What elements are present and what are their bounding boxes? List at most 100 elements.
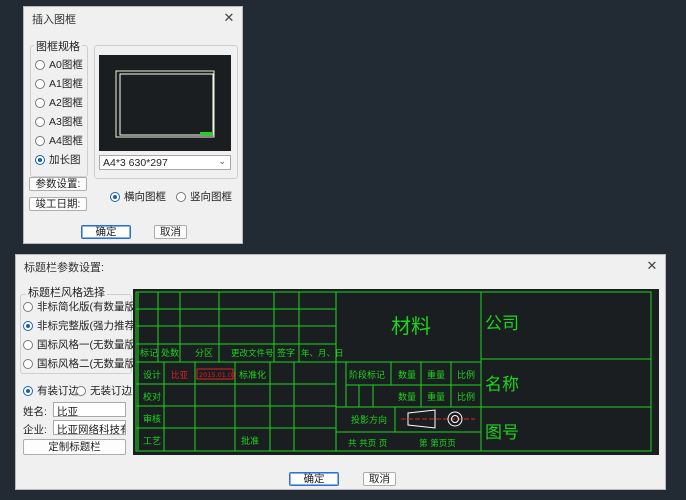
radio-vertical-frame[interactable]: 竖向图框 [176,189,232,204]
frame-size-select-value: A4*3 630*297 [103,157,168,169]
close-icon[interactable]: ✕ [643,257,661,275]
radio-without-binding[interactable]: 无装订边 [76,383,132,398]
title-block-preview: 标记 处数 分区 更改文件号 签字 年、月、日 设计 校对 审核 工艺 比亚 2… [133,289,659,455]
row-label-process: 工艺 [143,436,161,447]
radio-dot [23,301,33,312]
cancel-button[interactable]: 取消 [363,472,396,486]
quantity-label: 数量 [398,369,416,381]
chevron-down-icon: ⌄ [218,156,226,166]
radio-dot [35,154,45,165]
company-label: 企业: [23,424,47,436]
company-title: 公司 [485,314,519,334]
radio-with-binding[interactable]: 有装订边 [23,383,79,398]
scale-label-top: 比例 [457,369,475,381]
params-button[interactable]: 参数设置: [29,177,87,191]
radio-label: A0图框 [49,59,83,71]
customize-title-block-button[interactable]: 定制标题栏 [23,439,126,455]
radio-label: A4图框 [49,135,83,147]
radio-dot [23,385,33,396]
company-input[interactable]: 比亚网络科技有限 [53,420,126,435]
radio-size-long[interactable]: 加长图 [35,152,81,167]
radio-size-a4[interactable]: A4图框 [35,133,83,148]
title-block-titlebar: 标题栏参数设置: ✕ [16,255,665,277]
radio-dot [35,78,45,89]
title-block-title: 标题栏参数设置: [24,262,105,274]
radio-dot [23,358,33,369]
radio-size-a0[interactable]: A0图框 [35,57,83,72]
radio-label: A3图框 [49,116,83,128]
standardization-label: 标准化 [239,369,266,381]
scale-label-2: 比例 [457,391,475,403]
weight-label-2: 重量 [427,391,445,403]
radio-label: 国标风格一(无数量版) [37,339,139,351]
design-date: 2015.01.01 [199,371,236,379]
completion-date-button[interactable]: 竣工日期: [29,197,87,211]
radio-size-a2[interactable]: A2图框 [35,95,83,110]
frame-preview [99,55,231,151]
radio-label: A2图框 [49,97,83,109]
approve-label: 批准 [241,435,259,447]
name-label: 姓名: [23,406,47,418]
insert-frame-titlebar: 插入图框 ✕ [24,7,242,29]
designer-name: 比亚 [171,370,189,381]
col-header-date: 年、月、日 [301,348,344,359]
col-header-zone: 分区 [195,348,213,359]
ok-button[interactable]: 确定 [81,225,131,239]
insert-frame-dialog: 插入图框 ✕ 图框规格 A0图框 A1图框 A2图框 A3图框 A4图框 加长图… [23,6,243,244]
radio-label: 横向图框 [124,191,166,203]
col-header-mark: 标记 [140,347,158,359]
sheets-label: 共 共页 页 [348,439,387,449]
inner-frame [119,73,214,136]
cancel-button[interactable]: 取消 [154,225,187,239]
title-block-dialog: 标题栏参数设置: ✕ 标题栏风格选择 非标简化版(有数量版) 非标完整版(强力推… [15,254,666,490]
projection-label: 投影方向 [351,414,387,426]
row-label-review: 审核 [143,413,161,425]
frame-preview-drawing [115,70,215,138]
radio-style-full[interactable]: 非标完整版(强力推荐) [23,318,139,333]
title-block-mark [200,132,213,135]
radio-size-a1[interactable]: A1图框 [35,76,83,91]
radio-label: 竖向图框 [190,191,232,203]
radio-dot [23,339,33,350]
radio-dot [35,59,45,70]
row-label-design: 设计 [143,369,161,381]
title-block-drawing: 标记 处数 分区 更改文件号 签字 年、月、日 设计 校对 审核 工艺 比亚 2… [135,291,652,452]
radio-dot [35,116,45,127]
radio-label: 有装订边 [37,385,79,397]
page-label: 第 第页页 [419,438,456,449]
radio-horizontal-frame[interactable]: 横向图框 [110,189,166,204]
radio-style-gb1[interactable]: 国标风格一(无数量版) [23,337,139,352]
radio-dot [23,320,33,331]
frame-size-select[interactable]: A4*3 630*297 ⌄ [99,155,231,170]
radio-label: 非标完整版(强力推荐) [37,320,139,332]
frame-size-group-title: 图框规格 [34,38,82,54]
col-header-count: 处数 [161,347,179,359]
name-input[interactable]: 比亚 [53,402,126,417]
radio-style-simple[interactable]: 非标简化版(有数量版) [23,299,139,314]
radio-label: A1图框 [49,78,83,90]
radio-label: 加长图 [49,154,81,166]
radio-style-gb2[interactable]: 国标风格二(无数量版) [23,356,139,371]
col-header-change-doc: 更改文件号 [231,348,274,359]
close-icon[interactable]: ✕ [220,9,238,27]
radio-size-a3[interactable]: A3图框 [35,114,83,129]
radio-label: 国标风格二(无数量版) [37,358,139,370]
drawing-number-title: 图号 [485,423,519,443]
quantity-label-2: 数量 [398,391,416,403]
radio-dot [35,97,45,108]
ok-button[interactable]: 确定 [289,472,339,486]
outer-frame [115,70,215,138]
name-title: 名称 [485,375,519,395]
radio-dot [76,385,86,396]
radio-dot [176,191,186,202]
radio-dot [110,191,120,202]
stage-mark-label: 阶段标记 [349,369,385,381]
row-label-check: 校对 [143,391,161,403]
style-group-title: 标题栏风格选择 [26,284,107,300]
col-header-sign: 签字 [277,347,295,359]
radio-dot [35,135,45,146]
radio-label: 非标简化版(有数量版) [37,301,139,313]
weight-label: 重量 [427,369,445,381]
radio-label: 无装订边 [90,385,132,397]
insert-frame-title: 插入图框 [32,14,76,26]
